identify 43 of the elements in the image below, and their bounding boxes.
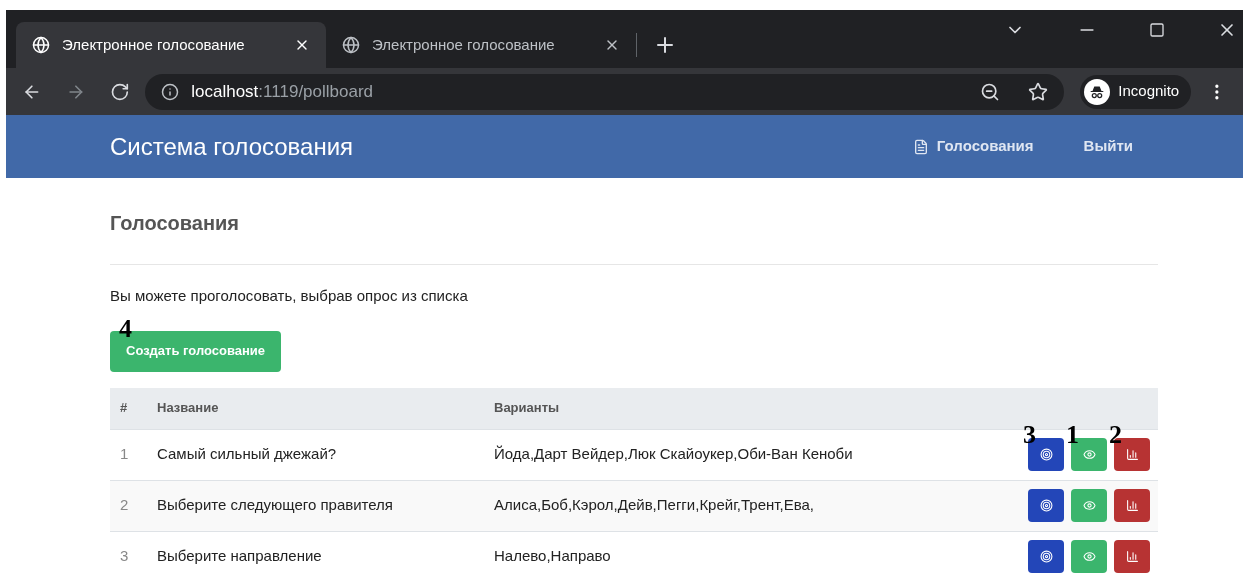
target-icon xyxy=(1039,499,1053,512)
bar-chart-icon xyxy=(1125,499,1139,512)
table-cell-text: Выберите следующего правителя xyxy=(157,495,394,516)
document-icon xyxy=(912,138,929,155)
eye-icon xyxy=(1082,448,1096,461)
target-icon xyxy=(1039,550,1053,563)
table-cell-text: Налево,Направо xyxy=(494,546,612,567)
eye-icon xyxy=(1082,550,1096,563)
target-icon xyxy=(1039,448,1053,461)
intro-text: Вы можете проголосовать, выбрав опрос из списка xyxy=(110,286,469,306)
globe-icon xyxy=(342,36,360,54)
column-header: Варианты xyxy=(494,399,561,418)
incognito-icon xyxy=(1084,78,1111,105)
table-cell-text: Йода,Дарт Вейдер,Люк Скайоукер,Оби-Ван Кеноби xyxy=(494,444,854,465)
browser-tab[interactable]: Электронное голосование xyxy=(16,22,326,68)
column-header: Название xyxy=(157,399,220,418)
nav-link[interactable]: Выйти xyxy=(1083,135,1133,158)
star-icon[interactable] xyxy=(1028,81,1049,102)
table-cell-text: Алиса,Боб,Кэрол,Дейв,Пегги,Крейг,Трент,Ева, xyxy=(494,495,815,516)
page-title: Голосования xyxy=(110,211,240,236)
table-cell-text: Выберите направление xyxy=(157,546,323,567)
bar-chart-icon xyxy=(1125,448,1139,461)
browser-tab[interactable]: Электронное голосование xyxy=(326,22,636,68)
column-header: # xyxy=(119,399,129,418)
nav-link[interactable]: Голосования xyxy=(912,135,1034,158)
results-button[interactable] xyxy=(1114,489,1150,522)
address-bar[interactable]: localhost:1119/pollboard xyxy=(145,73,1065,110)
profile-button[interactable]: Incognito xyxy=(1080,74,1192,109)
results-button[interactable] xyxy=(1114,540,1150,573)
globe-icon xyxy=(32,36,50,54)
table-cell-text: 2 xyxy=(119,495,130,516)
bar-chart-icon xyxy=(1125,550,1139,563)
vote-button[interactable] xyxy=(1028,540,1064,573)
eye-icon xyxy=(1082,499,1096,512)
vote-button[interactable] xyxy=(1028,489,1064,522)
reload-icon[interactable] xyxy=(109,81,130,102)
brand-title[interactable]: Система голосования xyxy=(110,128,913,165)
info-icon xyxy=(161,82,180,101)
zoom-icon[interactable] xyxy=(980,81,1001,102)
maximize-icon[interactable] xyxy=(1149,22,1165,38)
table-cell-text: Самый сильный джежай? xyxy=(157,444,338,465)
table-cell-text: 1 xyxy=(119,444,130,465)
table-cell-text: 3 xyxy=(119,546,130,567)
